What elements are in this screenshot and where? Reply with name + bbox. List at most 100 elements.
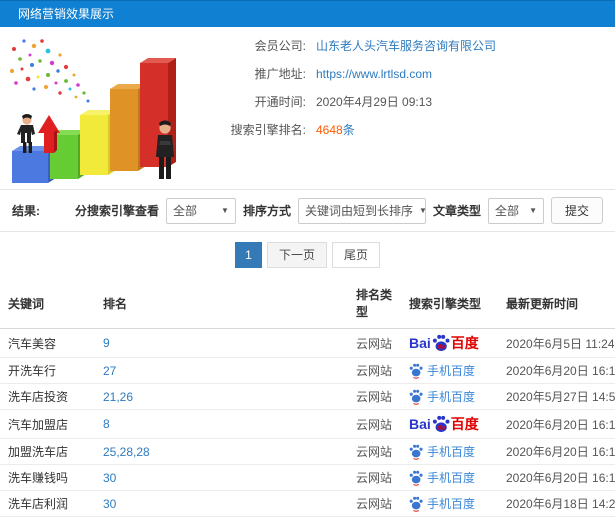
rank-type-cell: 云网站 — [348, 438, 401, 465]
table-row: 洗车赚钱吗 30 云网站 手机百度 2020年6月20日 16:12 — [0, 464, 615, 491]
submit-button[interactable]: 提交 — [550, 197, 603, 224]
info-value[interactable]: https://www.lrtlsd.com — [316, 65, 432, 83]
rank-cell: 25,28,28 — [95, 438, 348, 465]
keyword-cell: 洗车赚钱吗 — [0, 464, 95, 491]
info-row: 开通时间: 2020年4月29日 09:13 — [188, 93, 615, 111]
mobile-baidu-paw-icon — [409, 363, 423, 379]
pagination: 1 下一页 尾页 — [0, 232, 615, 278]
rank-cell: 30 — [95, 464, 348, 491]
column-header: 关键词 — [0, 278, 95, 329]
baidu-logo-bai-text: Bai — [409, 416, 431, 432]
rank-count-unit: 条 — [342, 123, 355, 137]
sort-filter-select[interactable]: 关键词由短到长排序 ▼ — [297, 197, 427, 224]
column-header: 最新更新时间 — [498, 278, 615, 329]
rank-cell: 9 — [95, 328, 348, 358]
page-1-button[interactable]: 1 — [234, 242, 262, 268]
rank-type-cell: 云网站 — [348, 490, 401, 517]
rank-value-link[interactable]: 30 — [103, 497, 116, 511]
engine-filter-select[interactable]: 全部 ▼ — [165, 197, 236, 224]
info-value[interactable]: 山东老人头汽车服务咨询有限公司 — [316, 37, 496, 55]
column-header: 排名类型 — [348, 278, 401, 329]
engine-cell: Baidu 百度 — [401, 328, 498, 358]
article-type-label: 文章类型 — [432, 204, 481, 218]
updated-cell: 2020年6月20日 16:11 — [498, 438, 615, 465]
rank-cell: 8 — [95, 409, 348, 439]
keyword-cell: 加盟洗车店 — [0, 438, 95, 465]
engine-cell: 手机百度 — [401, 357, 498, 384]
engine-cell: Baidu百度 — [401, 516, 498, 520]
chevron-down-icon: ▼ — [529, 206, 537, 215]
sort-filter-label: 排序方式 — [242, 204, 291, 218]
rank-value-link[interactable]: 9 — [103, 336, 110, 350]
article-type-select[interactable]: 全部 ▼ — [487, 197, 544, 224]
rank-value-link[interactable]: 25,28,28 — [103, 445, 150, 459]
next-page-button[interactable]: 下一页 — [266, 242, 327, 268]
keyword-cell: 洗车店加盟 — [0, 516, 95, 520]
rank-cell: 21,26 — [95, 383, 348, 410]
mobile-baidu-logo: 手机百度 — [409, 388, 475, 405]
keyword-cell: 洗车店投资 — [0, 383, 95, 410]
rank-value-link[interactable]: 27 — [103, 364, 116, 378]
mobile-baidu-logo: 手机百度 — [409, 469, 475, 486]
mobile-baidu-paw-icon — [409, 470, 423, 486]
baidu-logo: Bai du 百度 — [409, 414, 479, 434]
rank-type-cell: 云网站 — [348, 328, 401, 358]
table-row: 汽车美容 9 云网站 Bai du 百度 2020年6月5日 11:24 — [0, 328, 615, 358]
confetti-dots — [9, 39, 90, 103]
info-value: 2020年4月29日 09:13 — [316, 95, 433, 109]
growth-chart-illustration — [0, 27, 188, 189]
baidu-logo: Bai du 百度 — [409, 333, 479, 353]
mobile-baidu-logo: 手机百度 — [409, 443, 475, 460]
ranking-table: 关键词 排名 排名类型 搜索引擎类型 最新更新时间 汽车美容 9 云网站 Bai du 百度 202… — [0, 278, 615, 520]
mobile-baidu-label: 手机百度 — [427, 445, 476, 459]
column-header: 排名 — [95, 278, 348, 329]
rank-count: 4648 — [316, 123, 343, 137]
table-row: 加盟洗车店 25,28,28 云网站 手机百度 2020年6月20日 16:11 — [0, 438, 615, 465]
mobile-baidu-label: 手机百度 — [427, 390, 476, 404]
rank-cell: 30 — [95, 490, 348, 517]
updated-cell: 2020年5月27日 14:58 — [498, 383, 615, 410]
keyword-cell: 汽车美容 — [0, 328, 95, 358]
baidu-paw-icon: du — [432, 334, 450, 352]
result-label: 结果: — [12, 204, 40, 218]
updated-cell: 2020年6月20日 16:12 — [498, 464, 615, 491]
info-label: 会员公司: — [254, 39, 306, 53]
article-type-value: 全部 — [494, 204, 519, 218]
table-row: 开洗车行 27 云网站 手机百度 2020年6月20日 16:16 — [0, 357, 615, 384]
svg-text:du: du — [437, 424, 445, 431]
info-row: 搜索引擎排名: 4648条 — [188, 121, 615, 139]
engine-filter-value: 全部 — [172, 204, 197, 218]
engine-cell: Baidu 百度 — [401, 409, 498, 439]
info-row: 会员公司: 山东老人头汽车服务咨询有限公司 — [188, 37, 615, 55]
table-row: 汽车加盟店 8 云网站 Bai du 百度 2020年6月20日 16:12 — [0, 409, 615, 439]
rank-value-link[interactable]: 8 — [103, 417, 110, 431]
column-header: 搜索引擎类型 — [401, 278, 498, 329]
rank-type-cell: 云网站 — [348, 383, 401, 410]
updated-cell: 2020年6月20日 16:16 — [498, 357, 615, 384]
info-label: 开通时间: — [254, 95, 306, 109]
table-header-row: 关键词 排名 排名类型 搜索引擎类型 最新更新时间 — [0, 278, 615, 329]
last-page-button[interactable]: 尾页 — [332, 242, 381, 268]
table-row: 洗车店利润 30 云网站 手机百度 2020年6月18日 14:27 — [0, 490, 615, 517]
baidu-paw-icon: du — [432, 415, 450, 433]
baidu-logo-cn-text: 百度 — [450, 416, 479, 432]
info-label: 推广地址: — [254, 67, 306, 81]
rank-type-cell: 云网站 — [348, 357, 401, 384]
mobile-baidu-label: 手机百度 — [427, 471, 476, 485]
baidu-logo-bai-text: Bai — [409, 335, 431, 351]
updated-cell: 2020年6月18日 14:27 — [498, 490, 615, 517]
rank-cell: 3 — [95, 516, 348, 520]
mobile-baidu-paw-icon — [409, 389, 423, 405]
svg-text:du: du — [437, 343, 445, 350]
rank-value-link[interactable]: 21,26 — [103, 390, 133, 404]
engine-filter-label: 分搜索引擎查看 — [74, 204, 159, 218]
table-row: 洗车店加盟3云网站Baidu百度2020年6月18日 14:30 — [0, 516, 615, 520]
updated-cell: 2020年6月20日 16:12 — [498, 409, 615, 439]
keyword-cell: 汽车加盟店 — [0, 409, 95, 439]
company-info: 会员公司: 山东老人头汽车服务咨询有限公司 推广地址: https://www.lrt… — [188, 27, 615, 189]
info-value: 4648条 — [316, 121, 355, 139]
rank-cell: 27 — [95, 357, 348, 384]
baidu-logo-cn-text: 百度 — [450, 335, 479, 351]
mobile-baidu-paw-icon — [409, 496, 423, 512]
rank-value-link[interactable]: 30 — [103, 471, 116, 485]
